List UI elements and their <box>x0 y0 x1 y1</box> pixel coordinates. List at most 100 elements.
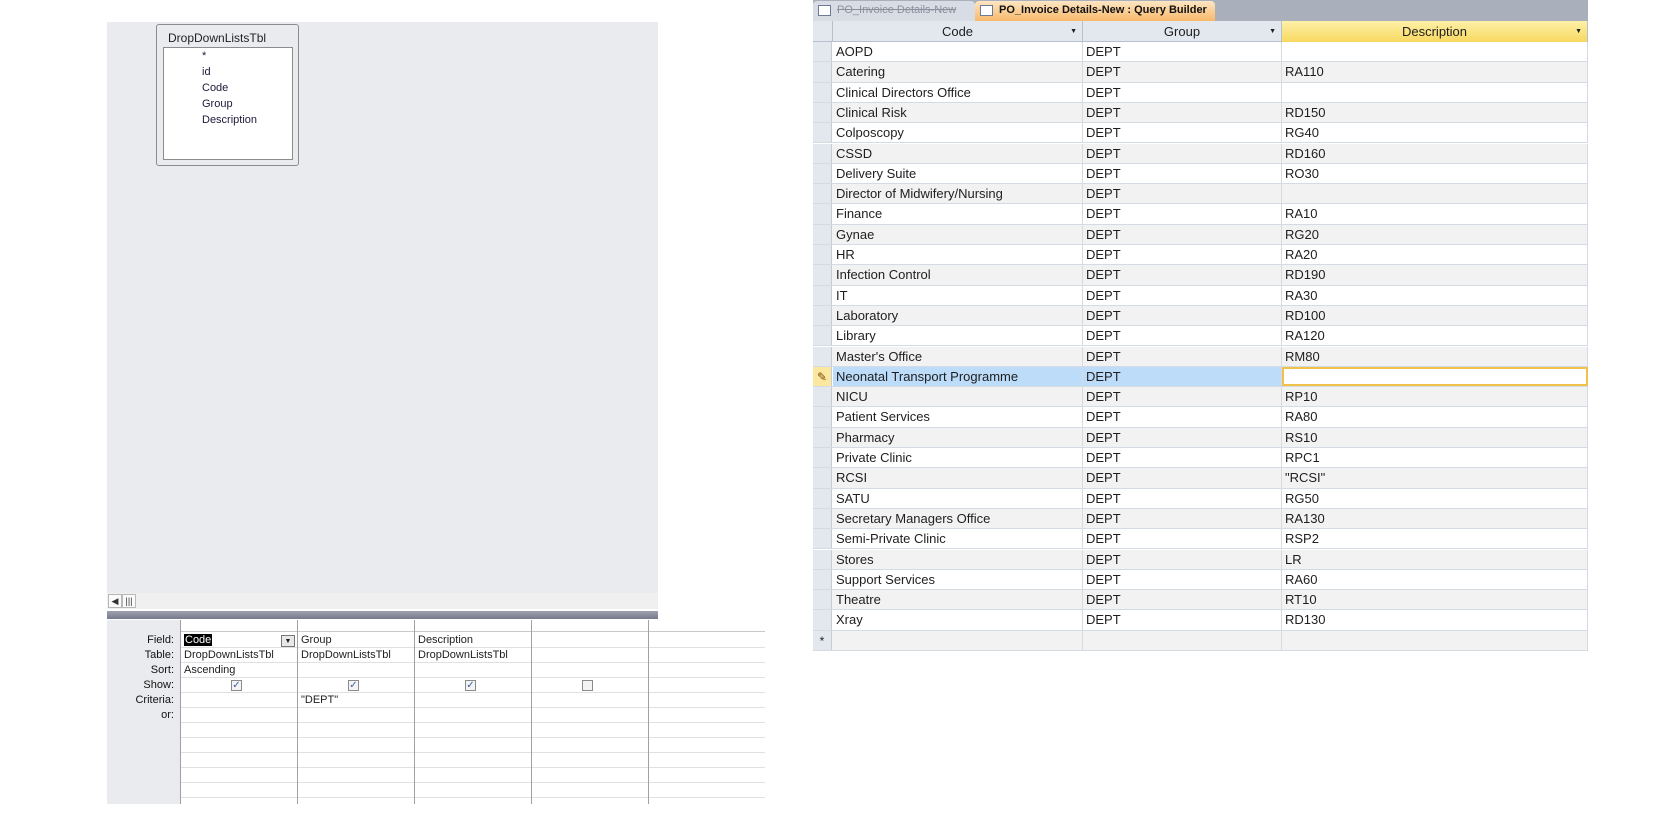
group-cell[interactable]: DEPT <box>1083 102 1282 123</box>
record-selector[interactable] <box>813 549 832 569</box>
description-cell[interactable]: RA20 <box>1282 245 1588 265</box>
description-cell[interactable]: RP10 <box>1282 387 1588 407</box>
group-cell[interactable]: DEPT <box>1083 387 1282 407</box>
group-cell[interactable]: DEPT <box>1083 204 1282 224</box>
column-selector[interactable] <box>415 620 531 632</box>
record-selector[interactable] <box>813 427 832 447</box>
column-selector[interactable] <box>298 620 414 632</box>
record-selector[interactable] <box>813 326 832 346</box>
table-row[interactable]: NICU DEPT RP10 <box>813 387 1588 408</box>
grid-cell[interactable] <box>415 753 531 768</box>
sort-dropdown-icon[interactable]: ▼ <box>1269 21 1276 42</box>
pencil-edit-icon[interactable]: ✎ <box>813 366 832 387</box>
group-cell[interactable]: DEPT <box>1083 326 1282 346</box>
table-row[interactable]: HR DEPT RA20 <box>813 245 1588 266</box>
sort-dropdown-icon[interactable]: ▼ <box>1070 21 1077 42</box>
grid-cell[interactable] <box>532 663 648 678</box>
table-pane[interactable]: DropDownListsTbl * id Code Group Description <box>107 22 658 593</box>
group-cell[interactable]: DEPT <box>1083 366 1282 387</box>
table-row[interactable]: Finance DEPT RA10 <box>813 204 1588 225</box>
record-selector[interactable] <box>813 184 832 204</box>
record-selector[interactable] <box>813 143 832 163</box>
grid-cell[interactable] <box>181 768 297 783</box>
table-row[interactable]: Gynae DEPT RG20 <box>813 224 1588 245</box>
group-cell[interactable]: DEPT <box>1083 508 1282 529</box>
group-cell[interactable]: DEPT <box>1083 448 1282 468</box>
record-selector[interactable] <box>813 407 832 427</box>
group-cell[interactable]: DEPT <box>1083 305 1282 326</box>
field-item[interactable]: * <box>164 48 292 64</box>
group-cell[interactable]: DEPT <box>1083 468 1282 488</box>
record-selector[interactable] <box>813 305 832 326</box>
record-selector[interactable] <box>813 610 832 630</box>
description-cell[interactable]: RG50 <box>1282 488 1588 508</box>
grid-cell[interactable] <box>298 708 414 723</box>
grid-cell[interactable]: ✓ <box>415 678 531 693</box>
pane-splitter[interactable] <box>107 611 658 619</box>
grid-cell[interactable] <box>649 678 765 693</box>
group-cell[interactable] <box>1083 630 1282 650</box>
code-cell[interactable]: Private Clinic <box>833 448 1083 468</box>
description-cell[interactable]: LR <box>1282 549 1588 569</box>
description-cell[interactable]: "RCSI" <box>1282 468 1588 488</box>
grid-cell[interactable] <box>181 753 297 768</box>
table-row[interactable]: Secretary Managers Office DEPT RA130 <box>813 508 1588 530</box>
table-row[interactable]: Master's Office DEPT RM80 <box>813 346 1588 367</box>
group-cell[interactable]: DEPT <box>1083 123 1282 143</box>
table-row[interactable]: Pharmacy DEPT RS10 <box>813 427 1588 448</box>
grid-cell[interactable]: "DEPT" <box>298 693 414 708</box>
record-selector[interactable] <box>813 123 832 143</box>
grid-cell[interactable] <box>415 663 531 678</box>
group-cell[interactable]: DEPT <box>1083 224 1282 244</box>
code-cell[interactable]: Finance <box>833 204 1083 224</box>
grid-cell[interactable] <box>649 648 765 663</box>
record-selector[interactable] <box>813 569 832 590</box>
code-cell[interactable]: Patient Services <box>833 407 1083 427</box>
grid-cell[interactable] <box>181 723 297 738</box>
grid-cell[interactable]: Group <box>298 633 414 648</box>
group-cell[interactable]: DEPT <box>1083 529 1282 549</box>
description-cell[interactable]: RS10 <box>1282 427 1588 447</box>
record-selector[interactable] <box>813 62 832 82</box>
grid-cell[interactable] <box>181 738 297 753</box>
code-cell[interactable]: Director of Midwifery/Nursing <box>833 184 1083 204</box>
record-selector[interactable] <box>813 82 832 102</box>
description-cell[interactable]: RA30 <box>1282 285 1588 305</box>
description-cell[interactable]: RD150 <box>1282 102 1588 123</box>
new-record-row[interactable]: * <box>813 630 1588 651</box>
code-cell[interactable]: Delivery Suite <box>833 163 1083 184</box>
grid-cell[interactable]: DropDownListsTbl <box>415 648 531 663</box>
record-selector[interactable] <box>813 529 832 549</box>
grid-cell[interactable] <box>649 633 765 648</box>
grid-cell[interactable] <box>181 693 297 708</box>
group-cell[interactable]: DEPT <box>1083 285 1282 305</box>
record-selector[interactable] <box>813 102 832 123</box>
description-cell[interactable]: RO30 <box>1282 163 1588 184</box>
record-selector[interactable] <box>813 488 832 508</box>
description-cell[interactable]: RA10 <box>1282 204 1588 224</box>
field-item[interactable]: id <box>164 64 292 80</box>
grid-cell[interactable] <box>649 693 765 708</box>
code-cell[interactable]: AOPD <box>833 42 1083 62</box>
grid-cell[interactable] <box>415 708 531 723</box>
code-cell[interactable]: Xray <box>833 610 1083 630</box>
code-cell[interactable]: NICU <box>833 387 1083 407</box>
table-row[interactable]: Xray DEPT RD130 <box>813 610 1588 631</box>
code-cell[interactable] <box>833 630 1083 650</box>
record-selector[interactable] <box>813 448 832 468</box>
grid-cell[interactable] <box>649 663 765 678</box>
description-cell[interactable]: RD130 <box>1282 610 1588 630</box>
description-cell[interactable]: RD160 <box>1282 143 1588 163</box>
grid-cell[interactable] <box>649 723 765 738</box>
description-cell[interactable]: RPC1 <box>1282 448 1588 468</box>
group-cell[interactable]: DEPT <box>1083 488 1282 508</box>
table-row[interactable]: Clinical Directors Office DEPT <box>813 82 1588 103</box>
record-selector[interactable] <box>813 224 832 244</box>
group-cell[interactable]: DEPT <box>1083 42 1282 62</box>
description-cell[interactable]: RM80 <box>1282 346 1588 366</box>
group-cell[interactable]: DEPT <box>1083 407 1282 427</box>
group-cell[interactable]: DEPT <box>1083 590 1282 610</box>
group-cell[interactable]: DEPT <box>1083 549 1282 569</box>
table-row[interactable]: Catering DEPT RA110 <box>813 62 1588 83</box>
table-row[interactable]: Colposcopy DEPT RG40 <box>813 123 1588 144</box>
